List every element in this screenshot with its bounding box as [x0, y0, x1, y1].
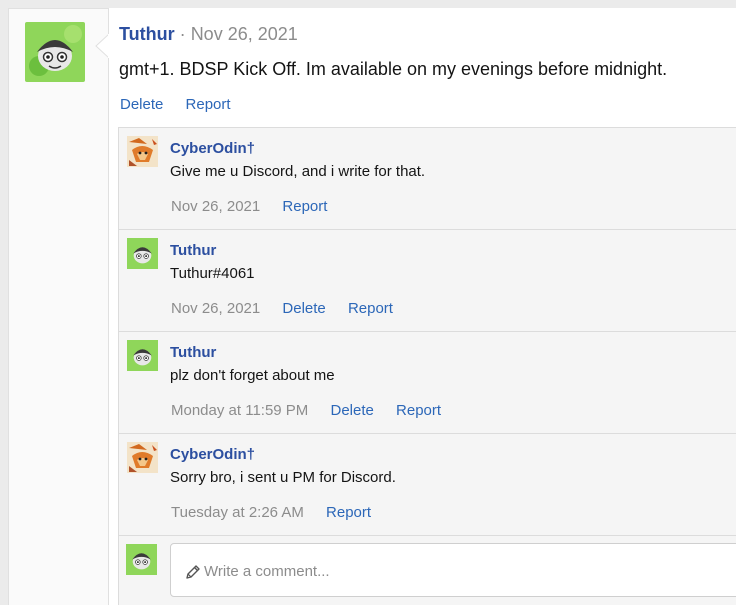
- post-report-link[interactable]: Report: [186, 96, 231, 113]
- post-author-name[interactable]: Tuthur: [119, 24, 175, 44]
- post-date[interactable]: Nov 26, 2021: [191, 24, 298, 44]
- comment-author-name[interactable]: Tuthur: [170, 344, 216, 361]
- comment-meta: Tuesday at 2:26 AM Report: [171, 504, 389, 521]
- comment-date[interactable]: Monday at 11:59 PM: [171, 402, 308, 419]
- frog-avatar[interactable]: [127, 340, 158, 371]
- comment-meta: Nov 26, 2021 Report: [171, 198, 345, 215]
- comment-date[interactable]: Nov 26, 2021: [171, 300, 260, 317]
- post-body: gmt+1. BDSP Kick Off. Im available on my…: [119, 59, 668, 79]
- comment-author-name[interactable]: Tuthur: [170, 242, 216, 259]
- comments-list: CyberOdin† Give me u Discord, and i writ…: [118, 127, 736, 605]
- comment-text: Give me u Discord, and i write for that.: [170, 163, 426, 180]
- comment-date[interactable]: Nov 26, 2021: [171, 198, 260, 215]
- frog-avatar[interactable]: [127, 238, 158, 269]
- comment-author-name[interactable]: CyberOdin†: [170, 140, 255, 157]
- comment-text: plz don't forget about me: [170, 367, 335, 384]
- page-background: [0, 0, 736, 8]
- post-header: Tuthur · Nov 26, 2021: [119, 24, 298, 45]
- comment-item: Tuthur Tuthur#4061 Nov 26, 2021 Delete R…: [119, 230, 736, 332]
- post-actions: Delete Report: [120, 96, 249, 113]
- comment-date[interactable]: Tuesday at 2:26 AM: [171, 504, 304, 521]
- comment-item: Tuthur plz don't forget about me Monday …: [119, 332, 736, 434]
- comment-composer[interactable]: [170, 543, 736, 597]
- post-author-avatar[interactable]: [25, 22, 85, 82]
- post-delete-link[interactable]: Delete: [120, 96, 163, 113]
- fox-avatar[interactable]: [127, 136, 158, 167]
- comment-input[interactable]: [204, 558, 584, 584]
- comment-delete-link[interactable]: Delete: [282, 300, 325, 317]
- comment-meta: Nov 26, 2021 Delete Report: [171, 300, 411, 317]
- comment-meta: Monday at 11:59 PM Delete Report: [171, 402, 459, 419]
- comment-item: CyberOdin† Sorry bro, i sent u PM for Di…: [119, 434, 736, 536]
- message-pointer-arrow: [95, 34, 109, 58]
- comment-item: CyberOdin† Give me u Discord, and i writ…: [119, 128, 736, 230]
- comment-author-name[interactable]: CyberOdin†: [170, 446, 255, 463]
- comment-report-link[interactable]: Report: [282, 198, 327, 215]
- comment-text: Tuthur#4061: [170, 265, 255, 282]
- pencil-icon: [186, 565, 200, 579]
- header-separator: ·: [179, 24, 186, 44]
- current-user-avatar: [126, 544, 157, 575]
- comment-report-link[interactable]: Report: [348, 300, 393, 317]
- comment-text: Sorry bro, i sent u PM for Discord.: [170, 469, 396, 486]
- comment-report-link[interactable]: Report: [396, 402, 441, 419]
- fox-avatar[interactable]: [127, 442, 158, 473]
- comment-report-link[interactable]: Report: [326, 504, 371, 521]
- comment-delete-link[interactable]: Delete: [330, 402, 373, 419]
